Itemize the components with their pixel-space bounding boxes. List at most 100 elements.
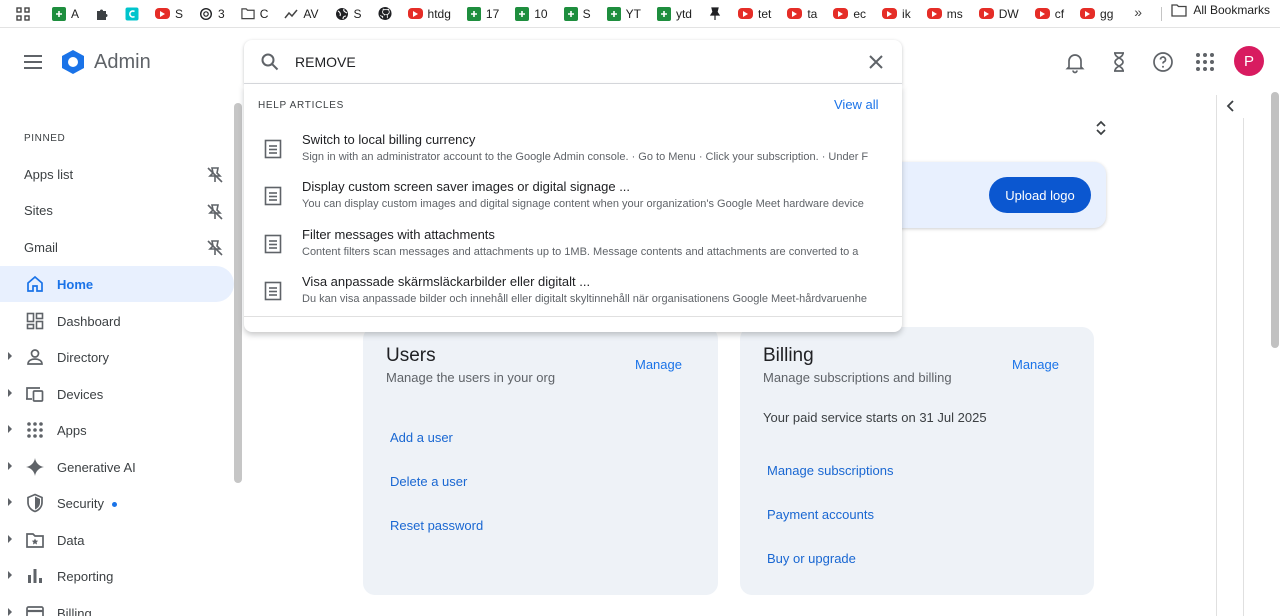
delete-user-link[interactable]: Delete a user (390, 474, 467, 489)
notifications-button[interactable] (1063, 50, 1087, 74)
expand-caret-icon[interactable] (8, 607, 12, 616)
help-article-snippet: Content filters scan messages and attach… (302, 245, 859, 258)
expand-caret-icon[interactable] (8, 425, 12, 433)
bookmark-item[interactable] (377, 3, 392, 25)
sidebar-item-home[interactable]: Home (0, 266, 234, 302)
expand-caret-icon[interactable] (8, 571, 12, 579)
bookmark-item[interactable]: DW (978, 3, 1019, 25)
apps-grid-icon (1196, 53, 1214, 71)
admin-logo[interactable]: Admin (60, 49, 151, 75)
bookmark-item[interactable] (708, 3, 722, 25)
bookmark-item[interactable]: S (335, 3, 362, 25)
bookmark-item[interactable]: gg (1080, 3, 1113, 25)
bookmark-item[interactable]: 17 (466, 3, 499, 25)
bookmark-item[interactable]: cf (1034, 3, 1064, 25)
expand-caret-icon[interactable] (8, 388, 12, 397)
bookmark-item[interactable]: 10 (515, 3, 548, 25)
sidebar-item-data[interactable]: Data (0, 522, 234, 558)
bookmark-label: 10 (534, 6, 548, 21)
search-icon[interactable] (260, 52, 280, 72)
sidebar-item-devices[interactable]: Devices (0, 376, 234, 412)
manage-subscriptions-link[interactable]: Manage subscriptions (767, 463, 893, 478)
billing-status-text: Your paid service starts on 31 Jul 2025 (763, 410, 987, 425)
expand-caret-icon[interactable] (8, 534, 12, 543)
unpin-icon[interactable] (205, 165, 225, 185)
view-all-link[interactable]: View all (834, 97, 879, 112)
bookmark-item[interactable]: 3 (199, 3, 225, 25)
help-article-item[interactable]: Filter messages with attachments Content … (244, 223, 902, 270)
trend-icon (284, 7, 298, 21)
sparkle-icon (25, 457, 45, 477)
bookmark-item[interactable]: ytd (656, 3, 692, 25)
expand-caret-icon[interactable] (8, 461, 12, 470)
more-bookmarks-chevron-icon[interactable]: » (1134, 4, 1142, 20)
upload-logo-button[interactable]: Upload logo (989, 177, 1091, 213)
add-user-link[interactable]: Add a user (390, 430, 453, 445)
help-article-item[interactable]: Visa anpassade skärmsläckarbilder eller … (244, 270, 902, 317)
google-apps-button[interactable] (1193, 50, 1217, 74)
collapse-panel-button[interactable] (1222, 97, 1240, 115)
bookmark-item[interactable]: S (155, 3, 183, 25)
bookmark-item[interactable]: ec (833, 3, 866, 25)
sidebar: PINNED Apps list Sites Gmail Home Dashboard… (0, 95, 242, 616)
close-icon[interactable] (866, 52, 886, 72)
sidebar-item-directory[interactable]: Directory (0, 339, 234, 375)
pinned-item-apps-list[interactable]: Apps list (0, 156, 234, 192)
bookmark-item[interactable]: ta (787, 3, 817, 25)
page-scrollbar[interactable] (1271, 92, 1279, 348)
bookmark-item[interactable]: AV (284, 3, 319, 25)
sidebar-item-apps[interactable]: Apps (0, 412, 234, 448)
help-button[interactable] (1151, 50, 1175, 74)
bookmark-item[interactable]: htdg (407, 3, 451, 25)
bookmark-item[interactable]: YT (606, 3, 641, 25)
sidebar-item-dashboard[interactable]: Dashboard (0, 303, 234, 339)
hourglass-icon (1114, 52, 1124, 72)
sidebar-item-generative-ai[interactable]: Generative AI (0, 449, 234, 485)
unpin-icon[interactable] (205, 202, 225, 222)
payment-accounts-link[interactable]: Payment accounts (767, 507, 874, 522)
billing-manage-link[interactable]: Manage (1012, 357, 1059, 372)
right-panel-edge (1243, 118, 1244, 616)
pinned-item-label: Apps list (24, 166, 74, 182)
reset-password-link[interactable]: Reset password (390, 518, 483, 533)
bookmark-item[interactable]: C (241, 3, 268, 25)
bookmark-item[interactable] (125, 3, 139, 25)
help-article-item[interactable]: Display custom screen saver images or di… (244, 175, 902, 222)
expand-toggle[interactable] (1094, 120, 1108, 136)
openai-icon (199, 7, 213, 21)
help-articles-heading: HELP ARTICLES (258, 100, 344, 111)
pinned-item-gmail[interactable]: Gmail (0, 229, 234, 265)
buy-or-upgrade-link[interactable]: Buy or upgrade (767, 551, 856, 566)
users-card: Users Manage the users in your org Manag… (363, 327, 718, 595)
sidebar-item-security[interactable]: Security (0, 485, 234, 521)
bookmark-item[interactable]: S (563, 3, 591, 25)
search-input[interactable] (295, 50, 855, 74)
bookmark-item[interactable]: ms (926, 3, 963, 25)
all-bookmarks[interactable]: All Bookmarks (1171, 3, 1270, 17)
unfold-icon (1096, 120, 1106, 136)
pinned-item-sites[interactable]: Sites (0, 193, 234, 229)
sidebar-item-label: Security (57, 496, 117, 511)
sheets-icon (52, 6, 66, 21)
bookmark-item[interactable]: tet (737, 3, 771, 25)
bookmark-item[interactable]: ik (882, 3, 911, 25)
apps-shortcut[interactable] (16, 3, 30, 25)
unpin-icon[interactable] (205, 238, 225, 258)
account-avatar[interactable]: P (1234, 46, 1264, 76)
sidebar-scrollbar[interactable] (234, 103, 242, 483)
expand-caret-icon[interactable] (8, 352, 12, 360)
main-menu-button[interactable] (20, 49, 46, 75)
bookmark-item[interactable] (95, 3, 109, 25)
help-article-item[interactable]: Switch to local billing currency Sign in … (244, 128, 902, 175)
bookmarks-separator (1161, 7, 1162, 21)
bookmark-item[interactable]: A (52, 3, 79, 25)
youtube-icon (1080, 8, 1096, 19)
status-dot (111, 502, 117, 508)
users-manage-link[interactable]: Manage (635, 357, 682, 372)
expand-caret-icon[interactable] (8, 498, 12, 506)
tasks-button[interactable] (1107, 50, 1131, 74)
sidebar-item-billing[interactable]: Billing (0, 595, 234, 616)
sidebar-item-reporting[interactable]: Reporting (0, 558, 234, 594)
sidebar-item-label: Apps (57, 423, 87, 438)
bookmark-label: A (71, 6, 80, 21)
